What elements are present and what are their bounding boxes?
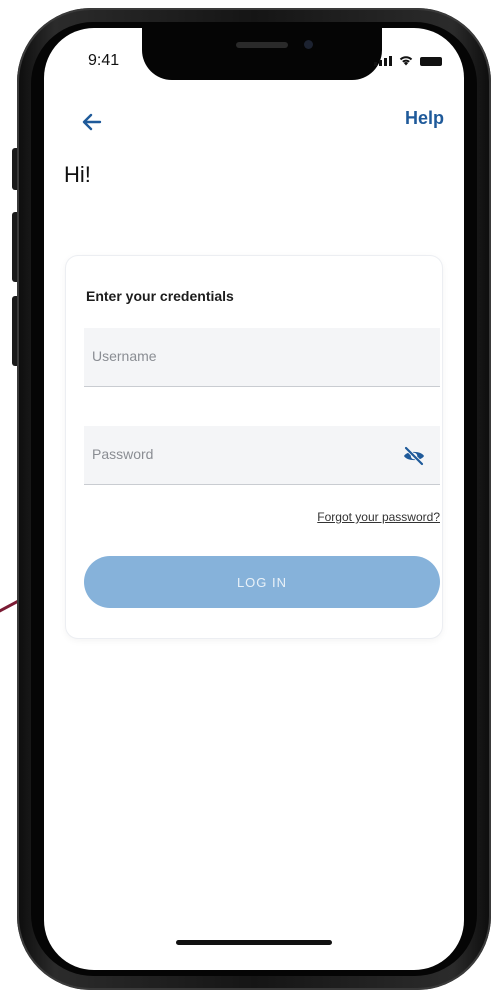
front-camera [304, 40, 313, 49]
card-title: Enter your credentials [86, 288, 234, 304]
battery-icon [420, 57, 442, 66]
status-icons [374, 54, 442, 66]
page-title: Hi! [64, 162, 91, 187]
home-indicator[interactable] [176, 940, 332, 945]
login-button[interactable]: LOG IN [84, 556, 440, 608]
speaker-grille [236, 42, 288, 48]
eye-slash-icon[interactable] [402, 444, 426, 468]
username-placeholder: Username [92, 348, 157, 364]
username-field[interactable]: Username [84, 328, 440, 387]
phone-screen: 9:41 Help Hi! Enter your credentials Use… [44, 28, 464, 970]
wifi-icon [399, 56, 413, 66]
forgot-password-link[interactable]: Forgot your password? [317, 510, 440, 524]
notch [142, 28, 382, 80]
login-card: Enter your credentials Username Password… [66, 256, 442, 638]
help-link[interactable]: Help [405, 108, 444, 129]
signal-icon [374, 56, 392, 66]
password-field[interactable]: Password [84, 426, 440, 485]
password-placeholder: Password [92, 446, 154, 462]
status-time: 9:41 [88, 52, 120, 69]
arrow-left-icon[interactable] [80, 110, 104, 134]
